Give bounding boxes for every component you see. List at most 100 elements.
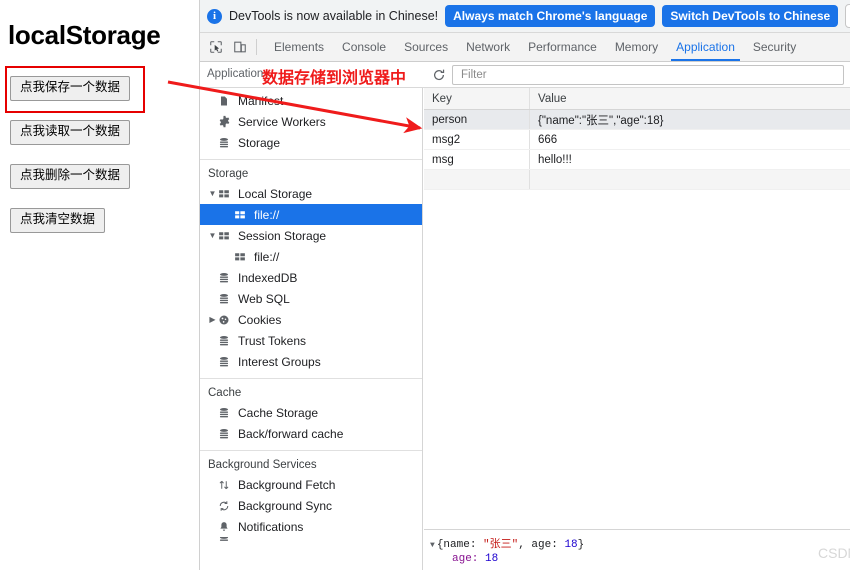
tab-console[interactable]: Console [333, 33, 395, 61]
sidebar-item-storage[interactable]: Storage [200, 132, 422, 153]
filter-input[interactable] [459, 68, 843, 82]
info-icon: i [207, 8, 222, 24]
sidebar-item-background-fetch[interactable]: Background Fetch [200, 474, 422, 495]
database-icon [218, 293, 236, 305]
inspect-element-icon[interactable] [204, 37, 228, 57]
switch-devtools-language-button[interactable]: Switch DevTools to Chinese [662, 5, 839, 27]
table-header-row: Key Value [424, 88, 850, 110]
sidebar-item-label: Notifications [238, 519, 304, 534]
database-icon [218, 407, 236, 419]
dont-show-button[interactable]: Don't show [845, 4, 850, 28]
sidebar-item-label: Local Storage [238, 186, 313, 201]
table-row[interactable]: msg hello!!! [424, 150, 850, 170]
sidebar-item-label: Storage [238, 135, 281, 150]
save-data-button[interactable]: 点我保存一个数据 [10, 76, 131, 101]
database-icon [218, 272, 236, 284]
read-data-button[interactable]: 点我读取一个数据 [10, 120, 131, 145]
sidebar-item-cookies[interactable]: ▶ Cookies [200, 309, 422, 330]
gear-icon [218, 115, 236, 128]
sidebar-item-label: Cookies [238, 312, 282, 327]
delete-data-button[interactable]: 点我删除一个数据 [10, 164, 131, 189]
sidebar-item-label: file:// [254, 207, 280, 222]
tab-memory[interactable]: Memory [606, 33, 667, 61]
cell-value: 666 [529, 130, 850, 149]
preview-prefix: {name: [436, 539, 484, 551]
chevron-right-icon[interactable]: ▶ [207, 315, 218, 324]
chevron-down-icon[interactable]: ▼ [207, 231, 218, 240]
database-icon [218, 428, 236, 440]
sidebar-item-label: Web SQL [238, 291, 290, 306]
preview-line-1[interactable]: ▼ {name: "张三", age: 18} [430, 535, 850, 551]
database-icon [218, 356, 236, 368]
toolbar-divider [256, 39, 257, 55]
sidebar-item-label: Session Storage [238, 228, 327, 243]
tab-security[interactable]: Security [744, 33, 805, 61]
sidebar-item-label: file:// [254, 249, 280, 264]
sidebar-item-manifest[interactable]: Manifest [200, 90, 422, 111]
chevron-down-icon[interactable]: ▼ [430, 541, 435, 550]
sidebar-item-partial[interactable] [200, 537, 422, 545]
sidebar-item-background-sync[interactable]: Background Sync [200, 495, 422, 516]
cell-value: {"name":"张三","age":18} [529, 110, 850, 129]
sidebar-item-label: Background Sync [238, 498, 333, 513]
sidebar-item-label: IndexedDB [238, 270, 298, 285]
preview-number-value: 18 [564, 539, 578, 551]
cell-key: msg2 [432, 133, 461, 146]
page-title: localStorage [8, 20, 161, 50]
sidebar-item-label: Service Workers [238, 114, 326, 129]
sidebar-item-service-workers[interactable]: Service Workers [200, 111, 422, 132]
table-row[interactable]: person {"name":"张三","age":18} [424, 110, 850, 130]
column-header-key[interactable]: Key [424, 88, 529, 109]
table-icon [234, 251, 252, 263]
preview-mid: , age: [518, 539, 565, 551]
device-toolbar-icon[interactable] [228, 37, 252, 57]
filter-box[interactable] [452, 65, 844, 85]
sidebar-item-cache-storage[interactable]: Cache Storage [200, 402, 422, 423]
updown-arrow-icon [218, 479, 236, 491]
tab-performance[interactable]: Performance [519, 33, 606, 61]
preview-property-value: 18 [485, 553, 499, 565]
sidebar-item-web-sql[interactable]: Web SQL [200, 288, 422, 309]
tab-elements[interactable]: Elements [265, 33, 333, 61]
web-page-pane: localStorage 点我保存一个数据 点我读取一个数据 点我删除一个数据 … [0, 0, 200, 570]
table-row[interactable]: msg2 666 [424, 130, 850, 150]
screenshot-root: localStorage 点我保存一个数据 点我读取一个数据 点我删除一个数据 … [0, 0, 850, 570]
sidebar-item-label: Trust Tokens [238, 333, 307, 348]
sidebar-item-session-storage-file[interactable]: file:// [200, 246, 422, 267]
preview-string-value: "张三" [483, 539, 519, 551]
sidebar-item-indexeddb[interactable]: IndexedDB [200, 267, 422, 288]
preview-suffix: } [577, 539, 585, 551]
sidebar-item-local-storage-file[interactable]: file:// [200, 204, 422, 225]
tab-sources[interactable]: Sources [395, 33, 457, 61]
manifest-icon [218, 95, 236, 107]
always-match-language-button[interactable]: Always match Chrome's language [445, 5, 656, 27]
column-header-value[interactable]: Value [529, 88, 850, 109]
sidebar-item-local-storage[interactable]: ▼ Local Storage [200, 183, 422, 204]
refresh-icon[interactable] [430, 66, 448, 84]
table-row-empty[interactable] [424, 170, 850, 190]
storage-table: Key Value person {"name":"张三","age":18} … [424, 88, 850, 529]
background-services-section: Background Services Background Fetch Bac… [200, 451, 422, 551]
clear-data-button[interactable]: 点我清空数据 [10, 208, 106, 233]
sidebar-item-session-storage[interactable]: ▼ Session Storage [200, 225, 422, 246]
sidebar-item-label: Back/forward cache [238, 426, 344, 441]
application-section: Manifest Service Workers Storage [200, 88, 422, 160]
sidebar-item-trust-tokens[interactable]: Trust Tokens [200, 330, 422, 351]
cache-section: Cache Cache Storage Back/forward cache [200, 379, 422, 451]
application-sidebar: Manifest Service Workers Storage Storage [200, 88, 423, 570]
chevron-down-icon[interactable]: ▼ [207, 189, 218, 198]
tab-application[interactable]: Application [667, 33, 744, 61]
banner-message: DevTools is now available in Chinese! [229, 9, 439, 23]
storage-section: Storage ▼ Local Storage file:// ▼ Sessio… [200, 160, 422, 379]
translate-banner: i DevTools is now available in Chinese! … [200, 0, 850, 33]
cell-value: hello!!! [529, 150, 850, 169]
sidebar-item-back-forward-cache[interactable]: Back/forward cache [200, 423, 422, 444]
sidebar-item-interest-groups[interactable]: Interest Groups [200, 351, 422, 372]
sidebar-item-notifications[interactable]: Notifications [200, 516, 422, 537]
application-toolbar: Application [200, 62, 850, 88]
sidebar-item-label: Interest Groups [238, 354, 321, 369]
preview-property-key: age: [452, 553, 479, 565]
tab-network[interactable]: Network [457, 33, 519, 61]
sidebar-item-label: Background Fetch [238, 477, 336, 492]
table-icon [218, 230, 236, 242]
